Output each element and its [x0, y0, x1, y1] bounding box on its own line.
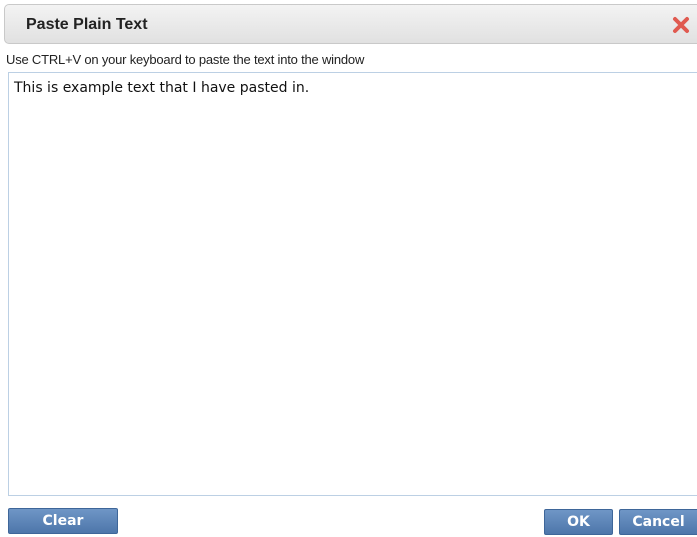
paste-text-area[interactable]: This is example text that I have pasted …	[8, 72, 697, 496]
ok-button[interactable]: OK	[544, 509, 613, 535]
dialog-titlebar: Paste Plain Text	[4, 4, 697, 44]
close-icon[interactable]	[671, 15, 691, 35]
instructions-text: Use CTRL+V on your keyboard to paste the…	[6, 52, 365, 67]
clear-button[interactable]: Clear	[8, 508, 118, 534]
dialog-title: Paste Plain Text	[26, 16, 148, 33]
pasted-text: This is example text that I have pasted …	[14, 80, 310, 96]
cancel-button[interactable]: Cancel	[619, 509, 697, 535]
